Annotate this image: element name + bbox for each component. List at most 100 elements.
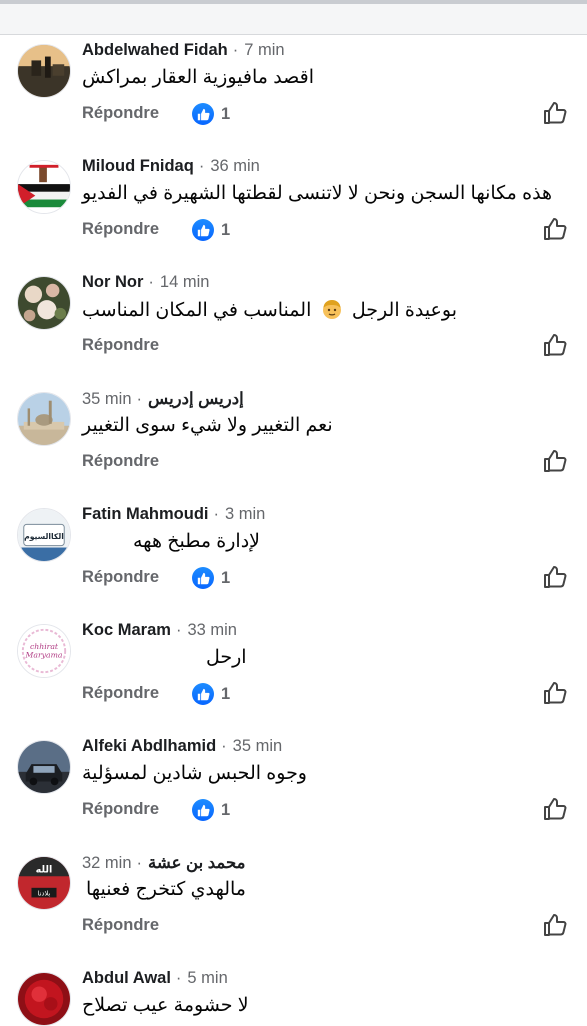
comment-text: نعم التغيير ولا شيء سوى التغيير xyxy=(82,415,333,436)
avatar-image xyxy=(18,741,70,793)
comment-text: ارحل xyxy=(206,647,247,668)
commenter-name[interactable]: Nor Nor xyxy=(82,273,143,291)
thumbs-up-icon xyxy=(544,914,567,936)
commenter-name[interactable]: Miloud Fnidaq xyxy=(82,157,194,175)
reply-button[interactable]: Répondre xyxy=(82,220,159,239)
reply-button[interactable]: Répondre xyxy=(82,916,159,935)
reaction-count: 1 xyxy=(221,568,231,587)
thumbs-up-icon xyxy=(544,218,567,240)
avatar-text: chhirat xyxy=(30,642,59,651)
avatar-image xyxy=(18,45,70,97)
like-reaction-icon xyxy=(192,799,214,821)
reply-button[interactable]: Répondre xyxy=(82,452,159,471)
avatar[interactable] xyxy=(17,44,71,98)
reaction-count: 1 xyxy=(221,800,231,819)
like-reaction-icon xyxy=(192,219,214,241)
comment-text: بوعيدة الرجل المناسب في المكان المناسب xyxy=(82,298,457,321)
avatar[interactable] xyxy=(17,392,71,446)
comment-time[interactable]: 5 min xyxy=(187,969,227,987)
comment-time[interactable]: 35 min xyxy=(82,390,132,408)
thumbs-up-icon xyxy=(544,450,567,472)
commenter-name[interactable]: Abdelwahed Fidah xyxy=(82,41,228,59)
avatar-text: Maryama xyxy=(25,651,63,660)
avatar[interactable]: الكاالسيوم xyxy=(17,508,71,562)
like-button[interactable] xyxy=(542,448,568,474)
avatar-image: chhirat Maryama xyxy=(18,625,70,677)
comment-item: Abdul Awal · 5 min لا حشومة عيب تصلاح xyxy=(0,964,587,1026)
comment-item: الكاالسيوم Fatin Mahmoudi · 3 min لإدارة م… xyxy=(0,500,587,616)
like-button[interactable] xyxy=(542,564,568,590)
reply-button[interactable]: Répondre xyxy=(82,104,159,123)
avatar-image xyxy=(18,277,70,329)
comment-time[interactable]: 36 min xyxy=(210,157,260,175)
commenter-name[interactable]: Koc Maram xyxy=(82,621,171,639)
comment-text: مالهدي كتخرج فعنيها xyxy=(86,879,246,900)
like-button[interactable] xyxy=(542,912,568,938)
like-reaction-icon xyxy=(192,103,214,125)
like-reaction-icon xyxy=(192,683,214,705)
avatar-image xyxy=(18,393,70,445)
comment-item: Alfeki Abdlhamid · 35 min وجوه الحبس شادين… xyxy=(0,732,587,848)
thumbs-up-icon xyxy=(544,682,567,704)
reply-button[interactable]: Répondre xyxy=(82,568,159,587)
like-button[interactable] xyxy=(542,216,568,242)
comment-item: chhirat Maryama Koc Maram · 33 min ارحل Ré… xyxy=(0,616,587,732)
commenter-name[interactable]: محمد بن عشة xyxy=(148,854,245,872)
comment-time[interactable]: 7 min xyxy=(244,41,284,59)
reaction-count: 1 xyxy=(221,684,231,703)
reaction-summary[interactable]: 1 xyxy=(192,102,230,126)
comment-item: Miloud Fnidaq · 36 min هذه مكانها السجن ون… xyxy=(0,152,587,268)
commenter-name[interactable]: Abdul Awal xyxy=(82,969,171,987)
like-button[interactable] xyxy=(542,796,568,822)
comment-text: وجوه الحبس شادين لمسؤلية xyxy=(82,763,307,784)
commenter-name[interactable]: Fatin Mahmoudi xyxy=(82,505,209,523)
comment-text: لإدارة مطبخ ههه xyxy=(133,531,260,552)
comment-item: Abdelwahed Fidah · 7 min اقصد مافيوزية الع… xyxy=(0,36,587,152)
avatar[interactable]: chhirat Maryama xyxy=(17,624,71,678)
comment-time[interactable]: 32 min xyxy=(82,854,132,872)
thumbs-up-icon xyxy=(544,334,567,356)
like-reaction-icon xyxy=(192,567,214,589)
comment-item: 35 min · إدريس إدريس نعم التغيير ولا شيء س… xyxy=(0,384,587,500)
comment-text: هذه مكانها السجن ونحن لا لاتنسى لقطتها ا… xyxy=(82,183,553,204)
like-button[interactable] xyxy=(542,100,568,126)
avatar[interactable]: الله بلادنا xyxy=(17,856,71,910)
reply-button[interactable]: Répondre xyxy=(82,800,159,819)
reply-button[interactable]: Répondre xyxy=(82,336,159,355)
avatar[interactable] xyxy=(17,972,71,1026)
reaction-summary[interactable]: 1 xyxy=(192,218,230,242)
avatar[interactable] xyxy=(17,740,71,794)
avatar-text: الله xyxy=(36,864,53,875)
comment-time[interactable]: 35 min xyxy=(233,737,283,755)
avatar-image xyxy=(18,161,70,213)
reply-button[interactable]: Répondre xyxy=(82,684,159,703)
reaction-count: 1 xyxy=(221,104,231,123)
commenter-name[interactable]: Alfeki Abdlhamid xyxy=(82,737,216,755)
avatar-image: الله بلادنا xyxy=(18,857,70,909)
reaction-summary[interactable]: 1 xyxy=(192,798,230,822)
comment-time[interactable]: 14 min xyxy=(160,273,210,291)
reaction-summary[interactable]: 1 xyxy=(192,566,230,590)
reaction-summary[interactable]: 1 xyxy=(192,682,230,706)
comment-text: اقصد مافيوزية العقار بمراكش xyxy=(82,67,315,88)
thumbs-up-icon xyxy=(544,102,567,124)
like-button[interactable] xyxy=(542,680,568,706)
top-bar xyxy=(0,0,587,35)
comment-text: لا حشومة عيب تصلاح xyxy=(82,995,249,1016)
comment-time[interactable]: 33 min xyxy=(187,621,237,639)
reaction-count: 1 xyxy=(221,220,231,239)
comment-item: الله بلادنا 32 min · محمد بن عشة مالهدي كت… xyxy=(0,848,587,964)
like-button[interactable] xyxy=(542,332,568,358)
avatar[interactable] xyxy=(17,160,71,214)
thumbs-up-icon xyxy=(544,566,567,588)
avatar-image xyxy=(18,973,70,1025)
commenter-name[interactable]: إدريس إدريس xyxy=(148,390,244,408)
man-emoji-icon xyxy=(321,298,343,320)
avatar-text: الكاالسيوم xyxy=(24,532,64,541)
avatar-text: بلادنا xyxy=(38,890,51,898)
comment-time[interactable]: 3 min xyxy=(225,505,265,523)
thumbs-up-icon xyxy=(544,798,567,820)
avatar[interactable] xyxy=(17,276,71,330)
avatar-image: الكاالسيوم xyxy=(18,509,70,561)
comment-item: Nor Nor · 14 min بوعيدة الرجل المناسب في ا… xyxy=(0,268,587,384)
